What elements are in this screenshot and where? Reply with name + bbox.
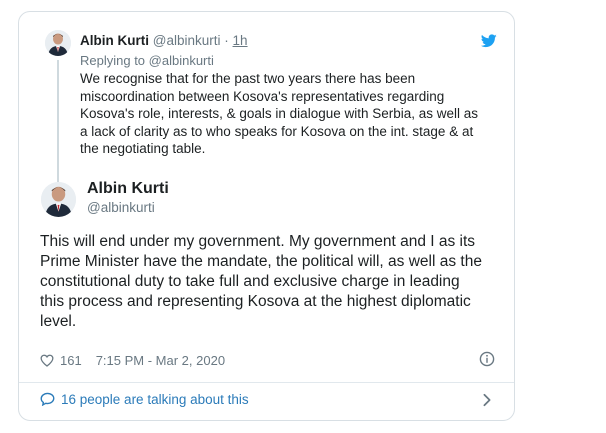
speech-bubble-icon [40, 392, 55, 406]
main-author-name[interactable]: Albin Kurti [87, 180, 169, 198]
reply-author-avatar[interactable] [45, 30, 71, 56]
separator-dot: · [224, 33, 229, 48]
reply-tweet-header: Albin Kurti @albinkurti · 1h [80, 33, 248, 48]
conversation-label[interactable]: 16 people are talking about this [61, 392, 249, 407]
twitter-bird-icon[interactable] [481, 34, 497, 48]
reply-tweet-text: We recognise that for the past two years… [80, 71, 479, 156]
reply-relative-time-link[interactable]: 1h [233, 33, 248, 48]
embedded-tweet-card: Albin Kurti @albinkurti · 1h Replying to… [18, 11, 515, 421]
conversation-link[interactable]: 16 people are talking about this [40, 390, 249, 408]
replying-to-label[interactable]: Replying to @albinkurti [80, 53, 214, 68]
reply-author-name[interactable]: Albin Kurti [80, 33, 149, 48]
main-author-avatar[interactable] [41, 182, 76, 217]
reply-author-handle[interactable]: @albinkurti [153, 33, 221, 48]
thread-connector-line [57, 60, 59, 182]
heart-icon[interactable] [40, 354, 54, 367]
chevron-right-icon[interactable] [482, 393, 492, 407]
like-count[interactable]: 161 [60, 353, 82, 368]
info-icon[interactable] [479, 351, 495, 367]
footer-divider [19, 382, 514, 383]
tweet-meta-row: 161 7:15 PM - Mar 2, 2020 [40, 351, 225, 369]
main-tweet-text: This will end under my government. My go… [40, 233, 482, 330]
main-author-handle[interactable]: @albinkurti [87, 200, 155, 215]
tweet-timestamp[interactable]: 7:15 PM - Mar 2, 2020 [96, 353, 225, 368]
